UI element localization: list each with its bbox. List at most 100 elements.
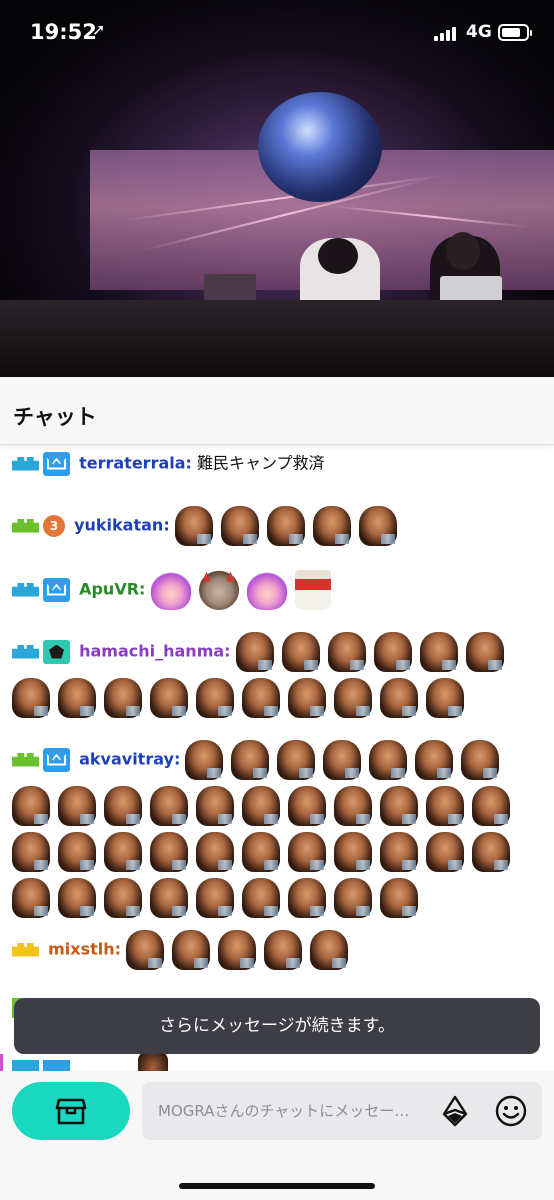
face-emote-icon — [242, 878, 280, 918]
chat-message: ApuVR: — [12, 566, 542, 613]
chat-username[interactable]: yukikatan — [74, 516, 163, 535]
gift-tier-badge-icon[interactable]: 3 — [43, 514, 65, 537]
emoji-icon[interactable] — [494, 1094, 528, 1128]
cup-noodle-emote-icon — [294, 569, 331, 610]
chat-header: チャット — [0, 377, 554, 445]
face-emote-icon — [288, 878, 326, 918]
face-emote-icon — [242, 832, 280, 872]
chat-message: 3 yukikatan: — [12, 502, 542, 549]
chat-message: mixstlh: — [12, 926, 542, 973]
face-emote-icon — [281, 631, 320, 672]
face-emote-icon — [218, 929, 257, 970]
face-emote-icon — [12, 878, 50, 918]
chat-username[interactable]: ApuVR — [79, 580, 139, 599]
chat-username[interactable]: terraterrala — [79, 454, 185, 473]
bits-icon[interactable] — [438, 1094, 472, 1128]
devil-face-emote-icon — [198, 569, 239, 610]
subscriber-badge-icon[interactable] — [43, 451, 70, 476]
dj-table — [0, 300, 554, 377]
fire-hands-emote-icon — [246, 569, 287, 610]
face-emote-icon — [288, 786, 326, 826]
face-emote-icon — [334, 878, 372, 918]
bits-badge-icon[interactable] — [12, 514, 39, 538]
bits-badge-icon[interactable] — [12, 578, 39, 602]
network-type: 4G — [466, 22, 492, 42]
face-emote-icon — [150, 832, 188, 872]
face-emote-icon — [472, 832, 510, 872]
face-emote-icon — [172, 929, 211, 970]
face-emote-icon — [465, 631, 504, 672]
face-emote-icon — [220, 505, 259, 546]
face-emote-icon — [288, 678, 326, 718]
face-emote-icon — [196, 678, 234, 718]
chat-input[interactable] — [158, 1082, 430, 1140]
face-emote-icon — [380, 678, 418, 718]
face-emote-icon — [310, 929, 349, 970]
face-emote-icon — [472, 786, 510, 826]
face-emote-icon — [58, 786, 96, 826]
bits-badge-icon[interactable] — [12, 452, 39, 476]
status-bar: 19:52 ➚ 4G — [0, 0, 554, 70]
face-emote-icon — [334, 786, 372, 826]
face-emote-icon — [358, 505, 397, 546]
face-emote-icon — [235, 631, 274, 672]
chat-message: terraterrala: 難民キャンプ救済 — [12, 446, 542, 487]
pentagon-badge-icon[interactable] — [43, 639, 70, 664]
face-emote-icon — [369, 739, 408, 780]
store-button[interactable] — [12, 1082, 130, 1140]
chat-message-text: 難民キャンプ救済 — [197, 453, 325, 473]
bits-badge-icon[interactable] — [12, 640, 39, 664]
face-emote-icon — [426, 678, 464, 718]
face-emote-icon — [104, 786, 142, 826]
face-emote-icon — [104, 878, 142, 918]
chat-username[interactable]: akvavitray — [79, 750, 174, 769]
message-highlight-bar — [0, 1054, 3, 1071]
face-emote-icon — [12, 832, 50, 872]
face-emote-icon — [264, 929, 303, 970]
face-emote-icon — [242, 786, 280, 826]
face-emote-icon — [334, 678, 372, 718]
disco-ball — [258, 92, 382, 202]
chat-title: チャット — [13, 405, 97, 429]
face-emote-icon — [461, 739, 500, 780]
chat-username[interactable]: mixstlh — [48, 940, 115, 959]
performer-head — [446, 232, 480, 270]
face-emote-icon — [242, 678, 280, 718]
chat-list[interactable]: terraterrala: 難民キャンプ救済 3 yukikatan: ApuV… — [0, 446, 554, 1071]
face-emote-icon — [58, 878, 96, 918]
face-emote-icon — [150, 678, 188, 718]
battery-icon — [498, 24, 532, 41]
face-emote-icon — [185, 739, 224, 780]
subscriber-badge-icon[interactable] — [43, 577, 70, 602]
face-emote-icon — [380, 878, 418, 918]
face-emote-icon — [327, 631, 366, 672]
subscriber-badge-icon[interactable] — [43, 747, 70, 772]
face-emote-icon — [231, 739, 270, 780]
face-emote-icon — [288, 832, 326, 872]
face-emote-icon — [277, 739, 316, 780]
face-emote-icon — [150, 878, 188, 918]
performer-head — [318, 238, 358, 274]
face-emote-icon — [12, 786, 50, 826]
status-time: 19:52 — [30, 20, 97, 44]
more-messages-toast[interactable]: さらにメッセージが続きます。 — [14, 998, 540, 1054]
home-indicator — [179, 1183, 375, 1189]
face-emote-icon — [426, 786, 464, 826]
face-emote-icon — [196, 878, 234, 918]
chat-username[interactable]: hamachi_hanma — [79, 642, 224, 661]
fire-hands-emote-icon — [150, 569, 191, 610]
face-emote-icon — [419, 631, 458, 672]
face-emote-icon — [104, 832, 142, 872]
chat-input-bar — [0, 1071, 554, 1200]
face-emote-icon — [380, 832, 418, 872]
face-emote-icon — [150, 786, 188, 826]
face-emote-icon — [12, 678, 50, 718]
face-emote-icon — [373, 631, 412, 672]
location-icon: ➚ — [92, 20, 106, 39]
face-emote-icon — [266, 505, 305, 546]
face-emote-icon — [104, 678, 142, 718]
bits-badge-icon[interactable] — [12, 748, 39, 772]
subscriber-badge-icon — [43, 1060, 70, 1071]
face-emote-icon — [126, 929, 165, 970]
bits-badge-icon[interactable] — [12, 938, 39, 962]
